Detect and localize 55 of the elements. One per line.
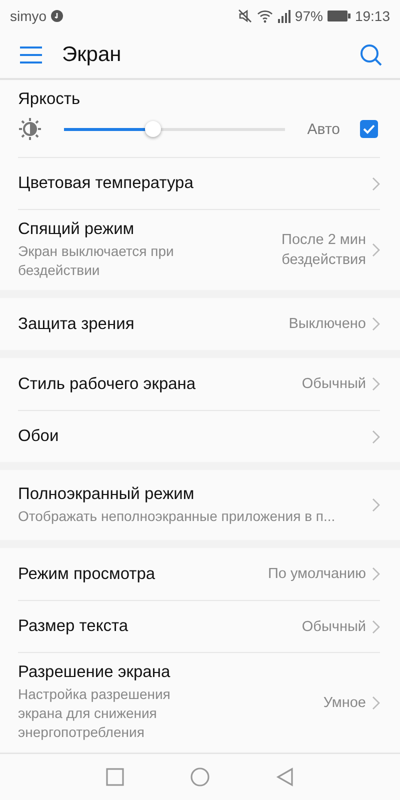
row-description: Отображать неполноэкранные приложения в п... [18,506,336,526]
clock-time: 19:13 [354,8,390,24]
settings-row[interactable]: Цветовая температура [18,157,380,209]
recent-apps-icon[interactable] [106,768,124,786]
chevron-icon [372,377,380,391]
slider-thumb[interactable] [144,120,161,136]
chevron-icon [372,176,380,190]
mute-icon [236,9,253,23]
row-title: Полноэкранный режим [18,484,196,504]
wifi-icon [256,9,273,23]
chevron-icon [372,696,380,710]
row-value: После 2 мин бездействия [280,231,366,270]
row-title: Спящий режим [18,220,136,239]
notification-icon [50,10,63,22]
row-title: Разрешение экрана [18,663,172,682]
carrier-name: simyo [10,8,47,24]
settings-row[interactable]: Размер текста Обычный [18,600,380,652]
row-value: Обычный [302,375,366,394]
settings-row[interactable]: Защита зрения Выключено [18,298,380,350]
brightness-label: Яркость [18,90,82,109]
row-description: Экран выключается при бездействии [18,242,175,280]
row-title: Цветовая температура [18,174,194,193]
settings-row[interactable]: Обои [18,410,380,462]
row-value: По умолчанию [268,565,366,584]
row-title: Защита зрения [18,314,136,334]
menu-icon[interactable] [20,46,42,64]
row-value: Выключено [288,315,366,334]
row-title: Размер текста [18,617,130,636]
row-title: Режим просмотра [18,564,156,584]
home-icon[interactable] [190,767,210,787]
chevron-icon [372,567,380,581]
settings-row[interactable]: Разрешение экрана Настройка разрешения экрана для снижения энергопотребления Умное [18,652,380,752]
chevron-icon [372,430,380,444]
search-icon[interactable] [360,44,382,66]
settings-row[interactable]: Полноэкранный режим Отображать неполноэкранные приложения в п... [18,470,380,540]
row-value: Обычный [302,618,366,636]
brightness-icon [18,117,42,141]
settings-row[interactable]: Стиль рабочего экрана Обычный [18,358,380,410]
chevron-icon [372,620,380,634]
settings-row[interactable]: Режим просмотра По умолчанию [18,548,380,600]
chevron-icon [372,498,380,512]
back-icon[interactable] [276,767,294,787]
row-title: Стиль рабочего экрана [18,374,197,394]
row-description: Настройка разрешения экрана для снижения энергопотребления [18,685,172,742]
auto-checkbox[interactable] [360,120,378,138]
auto-label: Авто [307,120,340,138]
battery-percent: 97% [294,8,323,24]
signal-icon [276,9,291,23]
settings-row[interactable]: Спящий режим Экран выключается при бездействии После 2 мин бездействия [18,209,380,290]
battery-icon [326,10,351,22]
screen-title: Экран [62,43,122,67]
chevron-icon [372,243,380,257]
row-value: Умное [323,694,366,712]
chevron-icon [372,317,380,331]
row-title: Обои [18,427,60,446]
